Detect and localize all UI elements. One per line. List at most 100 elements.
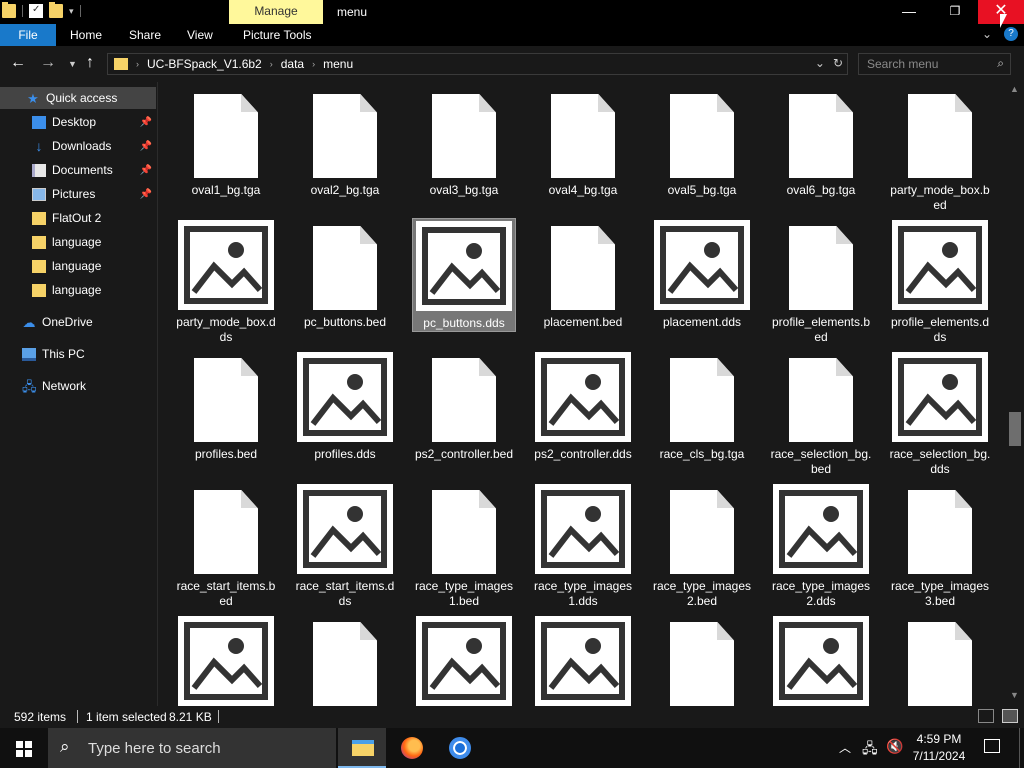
properties-icon[interactable] bbox=[29, 4, 43, 18]
folder-icon bbox=[32, 283, 46, 297]
nav-item-desktop[interactable]: Desktop 📌 bbox=[0, 111, 156, 133]
breadcrumb-separator[interactable]: › bbox=[312, 59, 315, 69]
refresh-icon[interactable]: ↻ bbox=[833, 56, 843, 70]
navigation-pane: ★ Quick access Desktop 📌 ↓ Downloads 📌 Document… bbox=[0, 82, 158, 706]
chrome-taskbar-button[interactable] bbox=[436, 728, 484, 768]
show-desktop-button[interactable] bbox=[1019, 728, 1020, 768]
folder-icon bbox=[2, 2, 16, 18]
clock[interactable]: 4:59 PM 7/11/2024 bbox=[900, 731, 978, 765]
maximize-button[interactable]: ❐ bbox=[932, 0, 978, 24]
breadcrumb-separator[interactable]: › bbox=[270, 59, 273, 69]
chevron-down-icon[interactable]: ⌄ bbox=[982, 27, 992, 41]
details-view-icon[interactable] bbox=[978, 709, 994, 723]
firefox-taskbar-button[interactable] bbox=[388, 728, 436, 768]
file-item[interactable] bbox=[650, 614, 754, 706]
file-item[interactable]: race_selection_bg.dds bbox=[888, 350, 992, 477]
help-icon[interactable]: ? bbox=[1004, 27, 1018, 41]
nav-item-quick-access[interactable]: ★ Quick access bbox=[0, 87, 156, 109]
manage-tab[interactable]: Manage bbox=[229, 0, 323, 24]
file-item[interactable]: race_type_images2.bed bbox=[650, 482, 754, 609]
search-input[interactable]: Search menu bbox=[867, 57, 938, 71]
tab-share[interactable]: Share bbox=[129, 24, 161, 46]
file-item[interactable] bbox=[174, 614, 278, 706]
file-item[interactable]: race_start_items.dds bbox=[293, 482, 397, 609]
file-item[interactable] bbox=[769, 614, 873, 706]
file-item[interactable] bbox=[412, 614, 516, 706]
large-icons-view-icon[interactable] bbox=[1002, 709, 1018, 723]
file-item[interactable] bbox=[293, 614, 397, 706]
up-arrow-icon[interactable]: ↑ bbox=[86, 54, 94, 72]
nav-item-language[interactable]: language bbox=[0, 279, 156, 301]
file-item[interactable]: oval1_bg.tga bbox=[174, 86, 278, 198]
customize-toolbar-icon[interactable]: ▾ bbox=[69, 6, 74, 17]
image-file-icon bbox=[178, 616, 274, 706]
tab-view[interactable]: View bbox=[187, 24, 213, 46]
file-item[interactable]: profile_elements.bed bbox=[769, 218, 873, 345]
file-item[interactable]: oval6_bg.tga bbox=[769, 86, 873, 198]
breadcrumb-data[interactable]: data bbox=[281, 57, 304, 71]
nav-item-flatout-2[interactable]: FlatOut 2 bbox=[0, 207, 156, 229]
taskbar-search[interactable]: ⌕ Type here to search bbox=[48, 728, 336, 768]
recent-locations-icon[interactable]: ▼ bbox=[68, 59, 77, 69]
search-box[interactable]: Search menu ⌕ bbox=[858, 53, 1011, 75]
nav-item-language[interactable]: language bbox=[0, 231, 156, 253]
chevron-down-icon[interactable]: ⌄ bbox=[815, 56, 825, 70]
nav-item-documents[interactable]: Documents 📌 bbox=[0, 159, 156, 181]
file-item[interactable]: oval5_bg.tga bbox=[650, 86, 754, 198]
nav-item-language[interactable]: language bbox=[0, 255, 156, 277]
file-name: profiles.dds bbox=[314, 447, 376, 461]
nav-item-this-pc[interactable]: This PC bbox=[0, 343, 156, 365]
tab-file[interactable]: File bbox=[0, 24, 56, 46]
file-item[interactable] bbox=[531, 614, 635, 706]
file-item[interactable]: race_selection_bg.bed bbox=[769, 350, 873, 477]
nav-item-onedrive[interactable]: ☁ OneDrive bbox=[0, 311, 156, 333]
file-name: race_type_images2.bed bbox=[652, 579, 752, 608]
file-item[interactable]: race_type_images1.dds bbox=[531, 482, 635, 609]
file-item[interactable]: race_type_images3.bed bbox=[888, 482, 992, 609]
file-explorer-taskbar-button[interactable] bbox=[338, 728, 386, 768]
network-icon[interactable]: 🖧 bbox=[862, 738, 878, 768]
scroll-up-icon[interactable]: ▲ bbox=[1010, 84, 1019, 94]
minimize-button[interactable]: — bbox=[886, 0, 932, 24]
search-icon[interactable]: ⌕ bbox=[997, 56, 1004, 71]
breadcrumb-root[interactable]: UC-BFSpack_V1.6b2 bbox=[147, 57, 262, 71]
file-item[interactable]: oval3_bg.tga bbox=[412, 86, 516, 198]
notifications-icon[interactable] bbox=[984, 739, 1000, 753]
nav-item-downloads[interactable]: ↓ Downloads 📌 bbox=[0, 135, 156, 157]
file-item[interactable]: party_mode_box.bed bbox=[888, 86, 992, 213]
scroll-down-icon[interactable]: ▼ bbox=[1010, 690, 1019, 700]
file-item[interactable]: placement.dds bbox=[650, 218, 754, 330]
nav-item-pictures[interactable]: Pictures 📌 bbox=[0, 183, 156, 205]
file-item[interactable]: party_mode_box.dds bbox=[174, 218, 278, 345]
breadcrumb-menu[interactable]: menu bbox=[323, 57, 353, 71]
file-item[interactable]: pc_buttons.dds bbox=[412, 218, 516, 332]
back-arrow-icon[interactable]: ← bbox=[10, 54, 26, 72]
file-item[interactable]: ps2_controller.dds bbox=[531, 350, 635, 462]
file-item[interactable]: race_type_images1.bed bbox=[412, 482, 516, 609]
address-bar[interactable]: › UC-BFSpack_V1.6b2 › data › menu ⌄ ↻ bbox=[107, 53, 848, 75]
tab-picture-tools[interactable]: Picture Tools bbox=[243, 24, 311, 46]
new-folder-icon[interactable] bbox=[49, 2, 63, 18]
file-item[interactable]: profiles.bed bbox=[174, 350, 278, 462]
vertical-scrollbar[interactable]: ▲ ▼ bbox=[1006, 82, 1024, 706]
file-item[interactable]: race_start_items.bed bbox=[174, 482, 278, 609]
file-item[interactable]: race_cls_bg.tga bbox=[650, 350, 754, 462]
show-hidden-icons-icon[interactable]: ︿ bbox=[839, 739, 851, 768]
nav-item-network[interactable]: 🖧 Network bbox=[0, 375, 156, 397]
file-item[interactable]: placement.bed bbox=[531, 218, 635, 330]
breadcrumb-separator[interactable]: › bbox=[136, 59, 139, 69]
file-item[interactable]: profiles.dds bbox=[293, 350, 397, 462]
file-item[interactable]: oval4_bg.tga bbox=[531, 86, 635, 198]
scrollbar-thumb[interactable] bbox=[1009, 412, 1021, 446]
file-item[interactable]: pc_buttons.bed bbox=[293, 218, 397, 330]
file-item[interactable]: oval2_bg.tga bbox=[293, 86, 397, 198]
tab-home[interactable]: Home bbox=[70, 24, 102, 46]
file-item[interactable] bbox=[888, 614, 992, 706]
file-item[interactable]: profile_elements.dds bbox=[888, 218, 992, 345]
forward-arrow-icon[interactable]: → bbox=[40, 54, 56, 72]
file-item[interactable]: ps2_controller.bed bbox=[412, 350, 516, 462]
start-button[interactable] bbox=[0, 728, 48, 768]
taskbar-search-input[interactable]: Type here to search bbox=[88, 740, 221, 757]
file-item[interactable]: race_type_images2.dds bbox=[769, 482, 873, 609]
file-name: pc_buttons.bed bbox=[303, 315, 387, 329]
